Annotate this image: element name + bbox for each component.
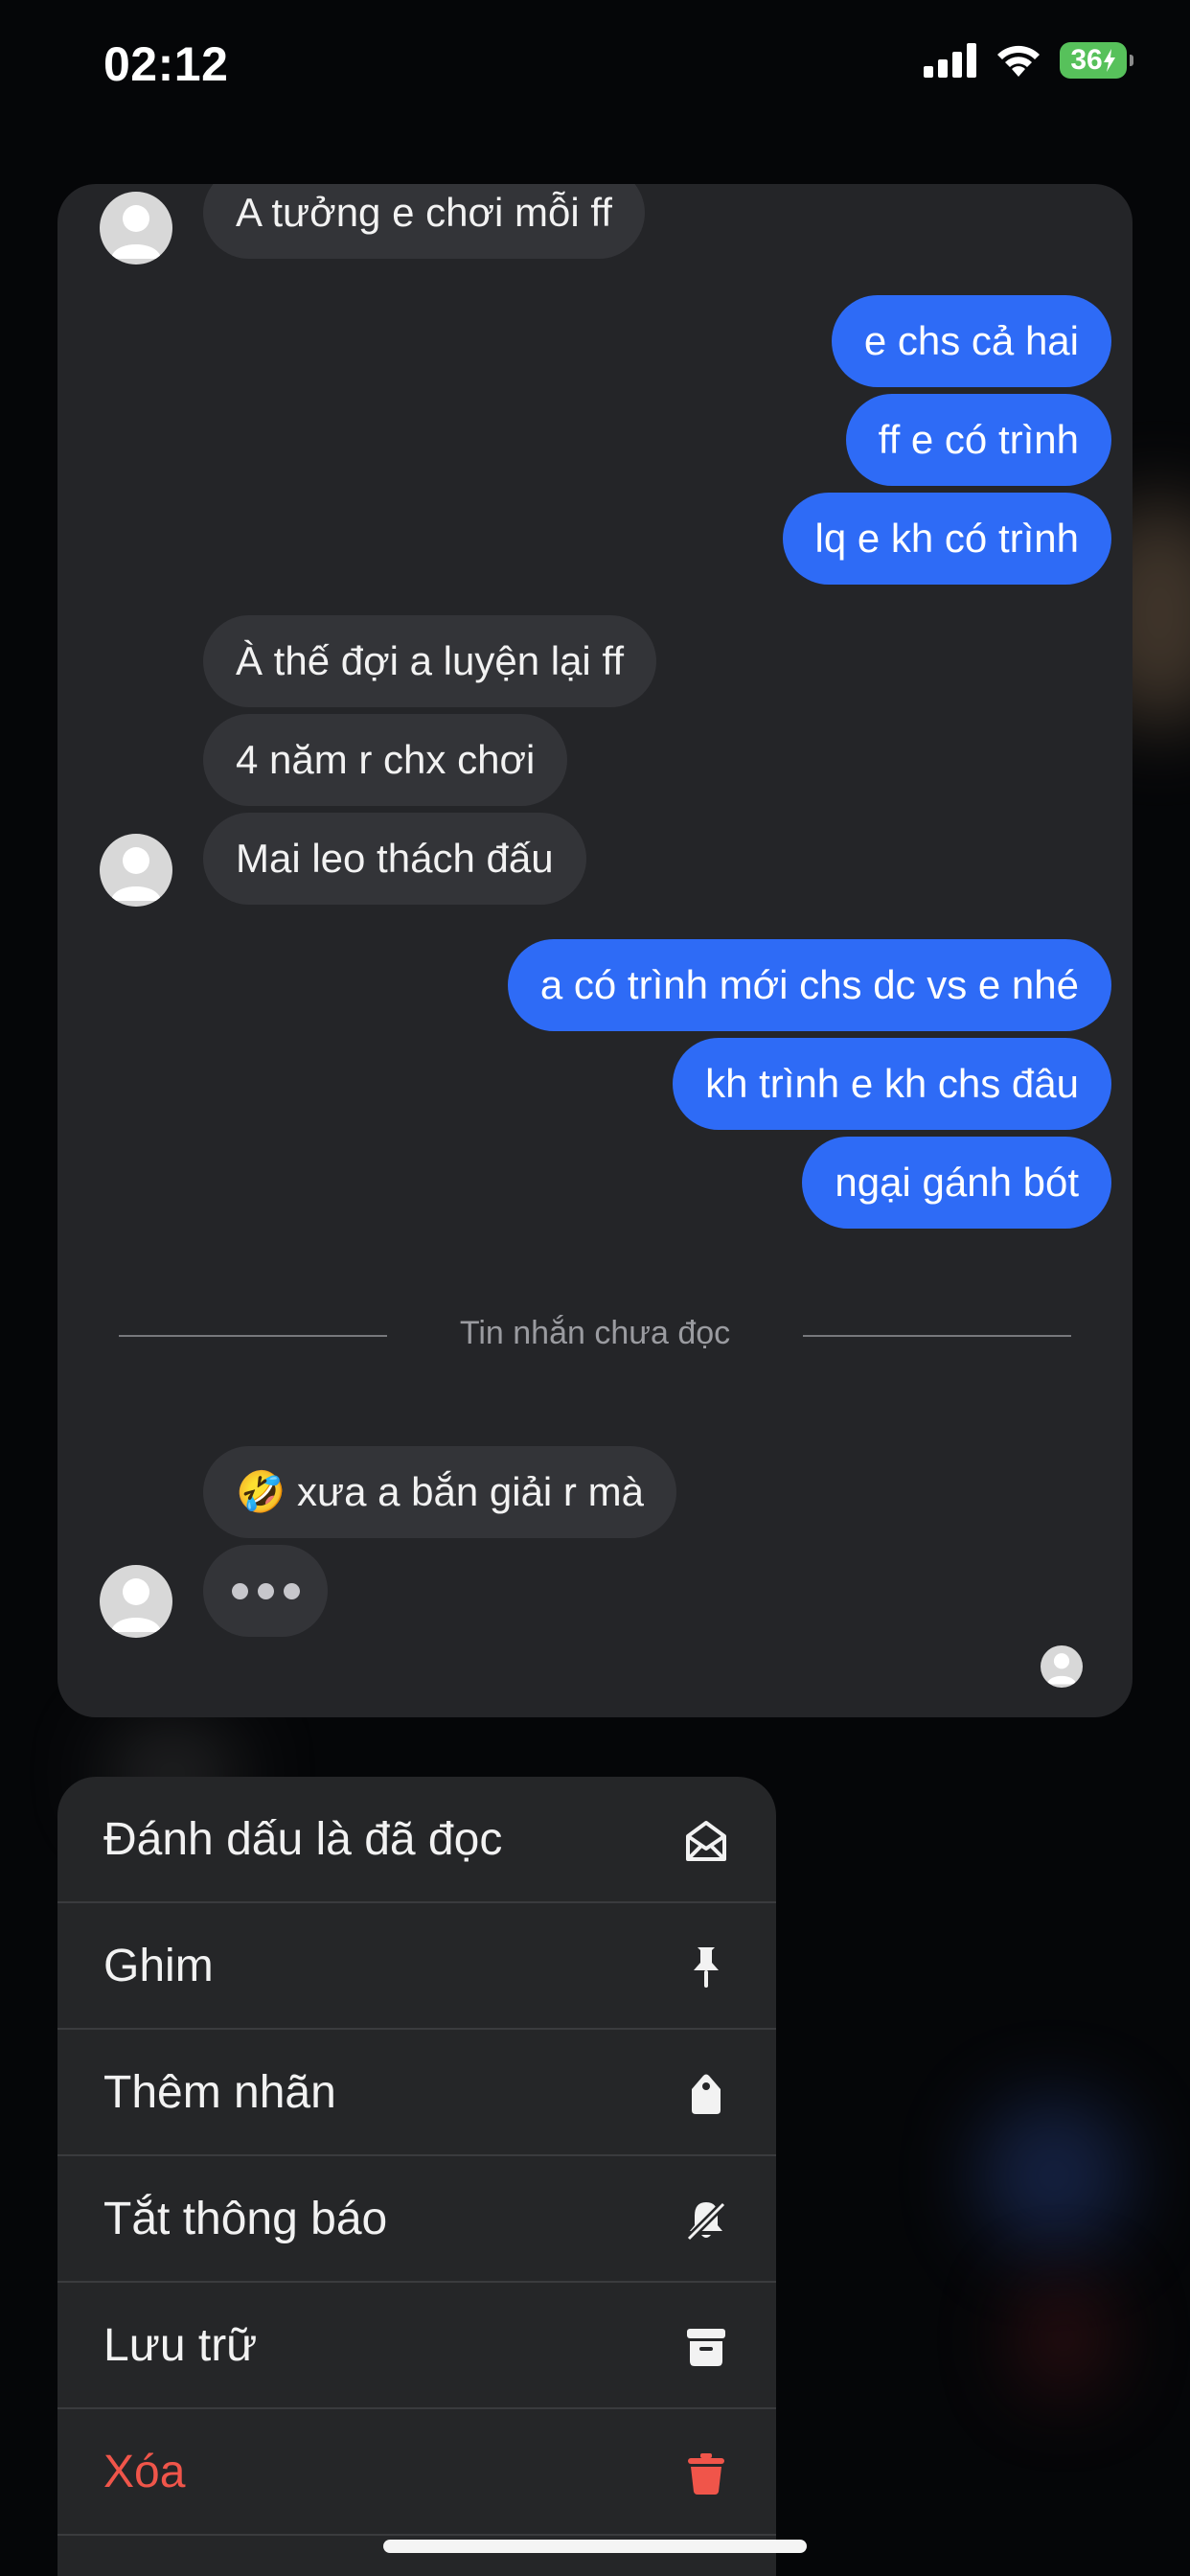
background-blur [1016,2281,1111,2396]
menu-item-delete[interactable]: Xóa [57,2409,776,2536]
contact-avatar [100,1565,172,1638]
context-menu: Đánh dấu là đã đọc Ghim Thêm nhãn Tắt th… [57,1777,776,2576]
menu-item-archive[interactable]: Lưu trữ [57,2283,776,2409]
signal-icon [924,43,976,78]
tag-icon [692,2074,721,2114]
message-bubble-incoming[interactable]: A tưởng e chơi mỗi ff [203,184,645,259]
menu-item-label: Ghim [103,1941,214,1991]
battery-level: 36 [1070,44,1103,76]
pin-icon [694,1947,719,1988]
message-bubble-outgoing[interactable]: ff e có trình [845,394,1111,486]
chat-preview-card[interactable]: A tưởng e chơi mỗi ff e chs cả hai ff e … [57,184,1133,1717]
menu-item-label: Tắt thông báo [103,2194,388,2244]
trash-icon [688,2453,724,2495]
menu-item-label: Đánh dấu là đã đọc [103,1814,503,1865]
contact-avatar [100,192,172,264]
message-bubble-outgoing[interactable]: e chs cả hai [831,295,1111,387]
menu-item-label: Lưu trữ [103,2320,258,2371]
home-indicator[interactable] [383,2540,807,2553]
message-bubble-outgoing[interactable]: kh trình e kh chs đâu [673,1038,1111,1130]
menu-item-mute[interactable]: Tắt thông báo [57,2156,776,2283]
typing-indicator [203,1545,328,1637]
message-bubble-incoming[interactable]: 4 năm r chx chơi [203,714,568,806]
envelope-open-icon [686,1821,726,1861]
contact-avatar [100,834,172,907]
read-receipt-avatar [1041,1645,1083,1688]
menu-item-add-tag[interactable]: Thêm nhãn [57,2030,776,2156]
unread-divider-label: Tin nhắn chưa đọc [459,1315,731,1351]
message-bubble-incoming[interactable]: Mai leo thách đấu [203,813,586,905]
person-icon [111,205,161,259]
menu-item-pin[interactable]: Ghim [57,1903,776,2030]
menu-item-mark-as-read[interactable]: Đánh dấu là đã đọc [57,1777,776,1903]
person-icon [1046,1653,1077,1685]
message-bubble-incoming[interactable]: À thế đợi a luyện lại ff [203,615,657,707]
status-time: 02:12 [103,37,229,91]
message-bubble-outgoing[interactable]: lq e kh có trình [782,493,1111,585]
menu-item-label: Xóa [103,2447,186,2497]
battery-indicator: 36 [1060,42,1133,79]
charging-bolt-icon [1103,49,1115,72]
divider-line [803,1335,1071,1337]
status-icons: 36 [924,42,1133,79]
bell-slash-icon [686,2201,726,2242]
archive-box-icon [687,2329,725,2366]
message-bubble-outgoing[interactable]: a có trình mới chs dc vs e nhé [507,939,1111,1031]
background-blur [977,2099,1131,2252]
person-icon [111,847,161,901]
message-bubble-outgoing[interactable]: ngại gánh bót [802,1137,1111,1229]
menu-item-label: Thêm nhãn [103,2067,336,2118]
wifi-icon [997,45,1040,77]
message-bubble-incoming[interactable]: 🤣 xưa a bắn giải r mà [203,1446,676,1538]
person-icon [111,1578,161,1632]
